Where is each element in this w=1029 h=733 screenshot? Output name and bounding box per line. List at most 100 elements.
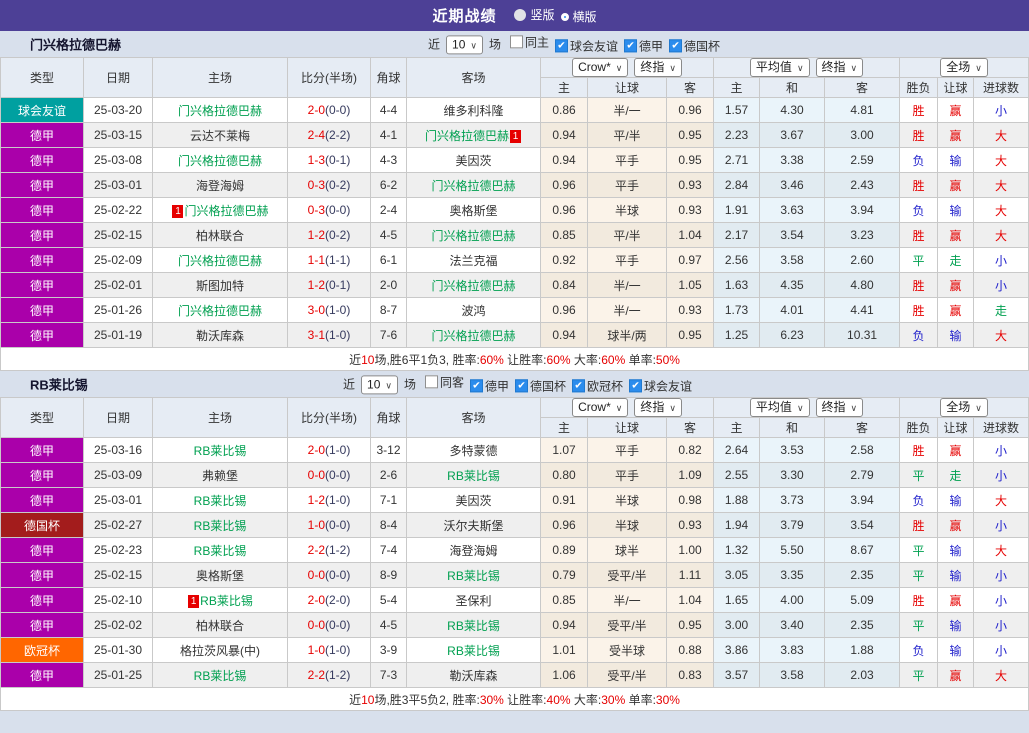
team-name-link[interactable]: 弗赖堡 [202,469,238,483]
handicap-source-select[interactable]: Crow* ∨ [572,398,629,417]
checkbox-label[interactable]: 德国杯 [530,377,566,394]
away-team-cell: 门兴格拉德巴赫 1 [406,122,541,148]
checkbox-icon[interactable]: ✔ [515,379,529,393]
checkbox-label[interactable]: 德甲 [485,377,509,394]
checkbox-icon[interactable]: ✔ [555,39,568,53]
filter-checkbox-checked[interactable]: ✔ 球会友谊 [629,377,692,394]
team-name-link[interactable]: 门兴格拉德巴赫 [425,129,509,143]
team-name-link[interactable]: 圣保利 [455,594,491,608]
filter-checkbox-checked[interactable]: ✔ 欧冠杯 [572,377,623,394]
average-source-select[interactable]: 平均值 ∨ [749,398,810,417]
summary-segment: 让胜率: [503,352,547,367]
checkbox-icon[interactable]: ✔ [629,379,643,393]
team-name-link[interactable]: 门兴格拉德巴赫 [178,304,262,318]
handicap-source-select[interactable]: 终指 ∨ [634,398,682,417]
handicap-home-odds: 0.94 [540,147,588,173]
radio-label[interactable]: 竖版 [530,6,554,23]
team-name-link[interactable]: 门兴格拉德巴赫 [431,329,515,343]
filter-checkbox-checked[interactable]: ✔ 德国杯 [515,377,566,394]
team-name-link[interactable]: 多特蒙德 [449,444,497,458]
team-name-link[interactable]: 门兴格拉德巴赫 [178,254,262,268]
team-name-link[interactable]: 柏林联合 [196,619,244,633]
handicap-source-select[interactable]: 终指 ∨ [634,58,682,77]
handicap-source-select[interactable]: Crow* ∨ [572,58,629,77]
team-name-link[interactable]: 门兴格拉德巴赫 [431,279,515,293]
team-name-link[interactable]: 云达不莱梅 [190,129,250,143]
team-name-link[interactable]: 海登海姆 [196,179,244,193]
team-name-link[interactable]: RB莱比锡 [447,644,500,658]
team-name-link[interactable]: 勒沃库森 [196,329,244,343]
result-group-header: 全场 ∨ [899,57,1029,78]
checkbox-icon[interactable] [424,375,438,389]
average-source-select[interactable]: 终指 ∨ [815,398,864,417]
result-scope-select[interactable]: 全场 ∨ [940,398,988,417]
team-name-link[interactable]: 奥格斯堡 [196,569,244,583]
team-name-link[interactable]: 奥格斯堡 [449,204,497,218]
team-name-link[interactable]: RB莱比锡 [194,669,247,683]
team-name-link[interactable]: 斯图加特 [196,279,244,293]
checkbox-icon[interactable]: ✔ [624,39,638,53]
team-name-link[interactable]: RB莱比锡 [200,594,253,608]
team-name-link[interactable]: 法兰克福 [449,254,497,268]
team-name-link[interactable]: RB莱比锡 [194,494,247,508]
team-name-link[interactable]: 格拉茨风暴(中) [180,644,260,658]
team-name-link[interactable]: 门兴格拉德巴赫 [178,154,262,168]
radio-icon[interactable] [514,8,527,21]
checkbox-icon[interactable] [509,35,523,49]
match-type-badge: 德甲 [0,322,84,348]
team-name-link[interactable]: 柏林联合 [196,229,244,243]
match-type-badge: 德甲 [0,297,84,323]
team-name-link[interactable]: RB莱比锡 [194,444,247,458]
team-name-link[interactable]: RB莱比锡 [447,619,500,633]
team-name-link[interactable]: 门兴格拉德巴赫 [431,229,515,243]
team-name-link[interactable]: 勒沃库森 [449,669,497,683]
summary-segment: 40% [546,692,571,707]
team-name-link[interactable]: 海登海姆 [449,544,497,558]
average-source-select[interactable]: 终指 ∨ [815,58,864,77]
team-name-link[interactable]: 维多利科隆 [443,104,503,118]
team-name-link[interactable]: 沃尔夫斯堡 [443,519,503,533]
checkbox-label[interactable]: 球会友谊 [644,377,692,394]
team-name-link[interactable]: RB莱比锡 [194,519,247,533]
filter-checkbox-checked[interactable]: ✔ 德甲 [624,37,663,54]
checkbox-icon[interactable]: ✔ [572,379,586,393]
team-name-link[interactable]: 门兴格拉德巴赫 [178,104,262,118]
halftime-score: (1-2) [325,668,351,682]
view-option-selected[interactable]: 横版 [560,8,597,25]
filter-checkbox-unchecked[interactable]: 同客 [424,373,464,390]
handicap-home-odds: 0.96 [540,297,588,323]
checkbox-label[interactable]: 同客 [440,373,464,390]
filter-checkbox-unchecked[interactable]: 同主 [509,33,549,50]
team-name-link[interactable]: RB莱比锡 [194,544,247,558]
view-option-unselected[interactable]: 竖版 [514,6,555,23]
team-name-link[interactable]: RB莱比锡 [447,469,500,483]
team-name-link[interactable]: 美因茨 [455,494,491,508]
team-name-link[interactable]: 门兴格拉德巴赫 [184,204,268,218]
checkbox-label[interactable]: 德国杯 [684,37,720,54]
checkbox-icon[interactable]: ✔ [470,379,483,393]
checkbox-label[interactable]: 欧冠杯 [587,377,623,394]
checkbox-label[interactable]: 同主 [525,33,549,50]
team-name-link[interactable]: RB莱比锡 [447,569,500,583]
filter-checkbox-checked[interactable]: ✔ 球会友谊 [555,37,618,54]
filter-checkbox-checked[interactable]: ✔ 德国杯 [669,37,720,54]
result-scope-select[interactable]: 全场 ∨ [940,58,988,77]
halftime-score: (0-0) [325,568,351,582]
avg-away-odds: 4.41 [824,297,901,323]
radio-label[interactable]: 横版 [573,8,597,25]
away-team-cell: 勒沃库森 [406,662,541,688]
average-source-select[interactable]: 平均值 ∨ [749,58,810,77]
team-name-link[interactable]: 门兴格拉德巴赫 [431,179,515,193]
checkbox-label[interactable]: 球会友谊 [570,37,618,54]
filter-checkbox-checked[interactable]: ✔ 德甲 [470,377,509,394]
team-name-link[interactable]: 美因茨 [455,154,491,168]
chevron-down-icon: ∨ [975,63,982,73]
result-goals: 小 [973,562,1029,588]
recent-count-select[interactable]: 10 ∨ [446,35,483,55]
checkbox-label[interactable]: 德甲 [639,37,663,54]
date-cell: 25-02-10 [83,587,153,613]
checkbox-icon[interactable]: ✔ [669,39,683,53]
team-name-link[interactable]: 波鸿 [461,304,485,318]
radio-icon[interactable] [560,12,569,21]
recent-count-select[interactable]: 10 ∨ [361,375,398,395]
